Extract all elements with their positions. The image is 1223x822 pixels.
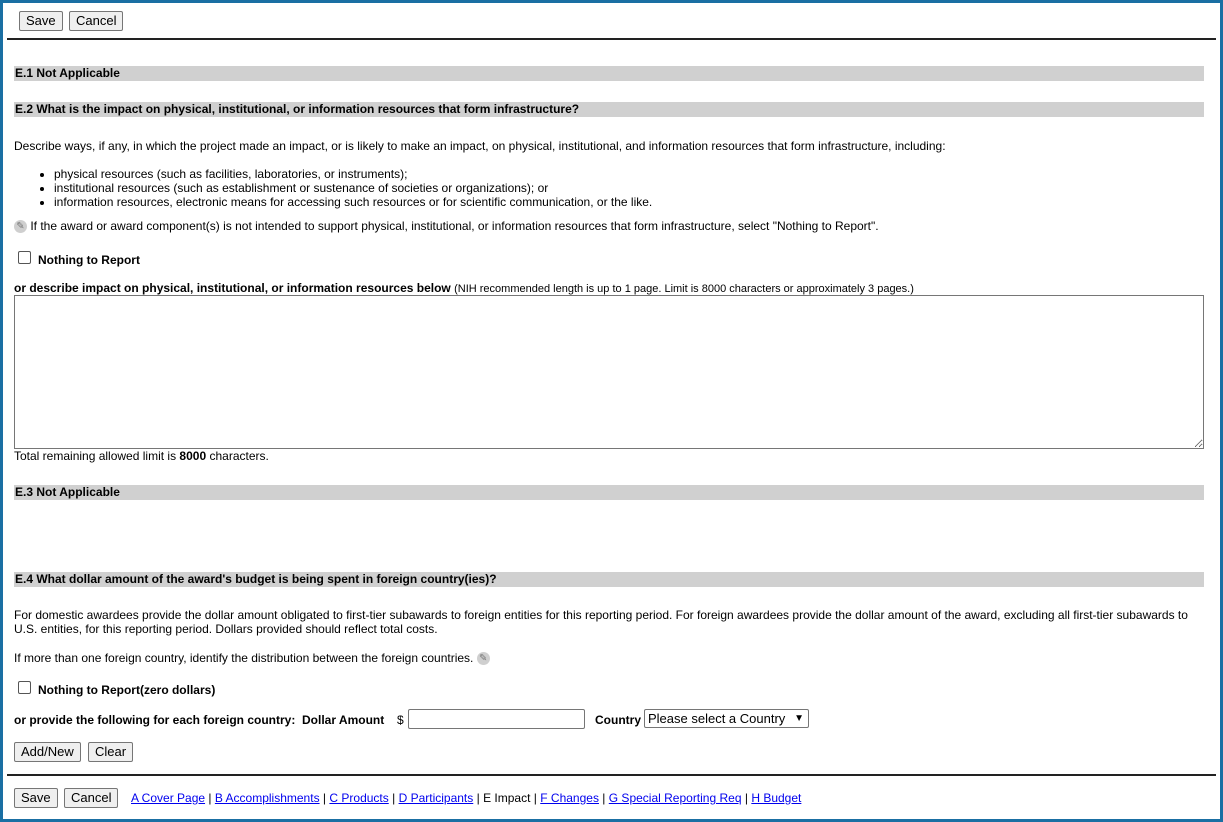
e2-hint-text: If the award or award component(s) is no… (30, 219, 879, 233)
e4-nothing-to-report-checkbox[interactable] (18, 681, 31, 694)
top-divider (7, 38, 1216, 40)
nav-separator: | (602, 791, 606, 805)
e2-describe-prompt: or describe impact on physical, institut… (14, 281, 451, 295)
remaining-prefix: Total remaining allowed limit is (14, 449, 177, 463)
dollar-amount-input[interactable] (408, 709, 585, 729)
hint-icon[interactable]: ✎ (14, 220, 27, 234)
section-nav: A Cover Page | B Accomplishments | C Pro… (131, 791, 801, 805)
country-label: Country (595, 713, 641, 727)
e2-nothing-to-report-checkbox[interactable] (18, 251, 31, 264)
nav-link-accomplishments[interactable]: B Accomplishments (215, 791, 320, 805)
e4-multi-country-row: If more than one foreign country, identi… (14, 651, 490, 666)
remaining-number: 8000 (179, 449, 207, 463)
e2-remaining-count: Total remaining allowed limit is 8000 ch… (14, 449, 269, 463)
section-e3-heading: E.3 Not Applicable (14, 485, 1204, 500)
nav-link-special-reporting[interactable]: G Special Reporting Req (609, 791, 742, 805)
e4-nothing-to-report-label[interactable]: Nothing to Report(zero dollars) (38, 683, 215, 697)
e4-multi-country-text: If more than one foreign country, identi… (14, 651, 474, 665)
nav-link-participants[interactable]: D Participants (399, 791, 474, 805)
list-item: physical resources (such as facilities, … (54, 167, 652, 181)
chevron-down-icon: ▼ (794, 713, 804, 724)
nav-separator: | (533, 791, 537, 805)
nav-separator: | (744, 791, 748, 805)
nav-current-impact: E Impact (483, 791, 531, 805)
add-new-button[interactable]: Add/New (14, 742, 81, 762)
cancel-button-bottom[interactable]: Cancel (64, 788, 119, 808)
list-item: information resources, electronic means … (54, 195, 652, 209)
clear-button[interactable]: Clear (88, 742, 134, 762)
nav-separator: | (392, 791, 396, 805)
nav-separator: | (322, 791, 327, 805)
section-e1-heading: E.1 Not Applicable (14, 66, 1204, 81)
bottom-divider (7, 774, 1216, 776)
country-select[interactable]: Please select a Country ▼ (644, 709, 809, 728)
hint-icon[interactable]: ✎ (476, 652, 490, 666)
e2-description: Describe ways, if any, in which the proj… (14, 139, 946, 153)
e4-description-line-2: U.S. entities, for this reporting period… (14, 622, 438, 636)
dollar-amount-label: Dollar Amount (302, 713, 385, 727)
e4-description-line-1: For domestic awardees provide the dollar… (14, 608, 1188, 622)
e2-resource-list: physical resources (such as facilities, … (14, 167, 652, 209)
cancel-button-top[interactable]: Cancel (69, 11, 124, 31)
nav-link-cover-page[interactable]: A Cover Page (131, 791, 205, 805)
nav-link-products[interactable]: C Products (329, 791, 388, 805)
nav-separator: | (208, 791, 212, 805)
e2-describe-label: or describe impact on physical, institut… (14, 281, 914, 296)
section-e4-heading: E.4 What dollar amount of the award's bu… (14, 572, 1204, 587)
e2-length-note: (NIH recommended length is up to 1 page.… (454, 283, 914, 295)
remaining-suffix: characters. (209, 449, 269, 463)
save-button-bottom[interactable]: Save (14, 788, 58, 808)
section-e2-heading: E.2 What is the impact on physical, inst… (14, 102, 1204, 117)
impact-textarea[interactable] (14, 295, 1204, 449)
report-frame: Save Cancel E.1 Not Applicable E.2 What … (0, 0, 1223, 822)
currency-symbol: $ (397, 713, 404, 727)
nav-link-budget[interactable]: H Budget (751, 791, 801, 805)
nav-link-changes[interactable]: F Changes (540, 791, 599, 805)
e4-provide-label: or provide the following for each foreig… (14, 713, 296, 727)
e2-hint-row: ✎ If the award or award component(s) is … (14, 219, 879, 234)
list-item: institutional resources (such as establi… (54, 181, 652, 195)
nav-separator: | (476, 791, 480, 805)
country-selected-value: Please select a Country (648, 711, 786, 726)
save-button-top[interactable]: Save (19, 11, 63, 31)
e2-nothing-to-report-label[interactable]: Nothing to Report (38, 253, 140, 267)
